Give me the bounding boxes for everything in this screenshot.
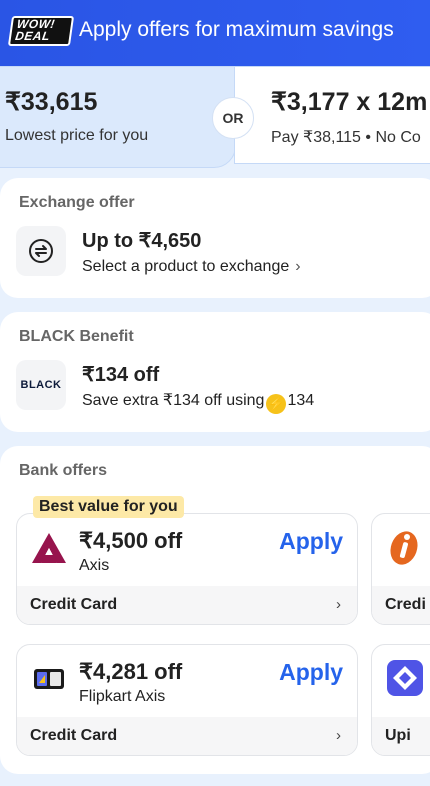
chevron-right-icon: › (336, 727, 341, 744)
chevron-right-icon: › (336, 596, 341, 613)
black-coins: 134 (287, 392, 315, 409)
black-subtext: Save extra ₹134 off using (82, 392, 265, 409)
flipkart-axis-card-icon (29, 659, 69, 699)
exchange-select-link[interactable]: Select a product to exchange › (82, 258, 301, 276)
black-logo-icon: BLACK (16, 360, 66, 410)
black-subtext-line: Save extra ₹134 off using ⚡ 134 (82, 390, 314, 414)
offer-footer[interactable]: Credit Card › (17, 717, 357, 755)
black-headline: ₹134 off (82, 364, 160, 386)
lowest-price-option[interactable]: ₹33,615 Lowest price for you (0, 66, 236, 168)
bank-offers-title: Bank offers (19, 462, 108, 479)
axis-bank-logo-icon (29, 528, 69, 568)
black-benefit-card[interactable]: BLACK Benefit BLACK ₹134 off Save extra … (0, 312, 430, 432)
price-options: ₹33,615 Lowest price for you ₹3,177 x 12… (0, 66, 430, 168)
or-separator: OR (212, 97, 254, 139)
lowest-price-caption: Lowest price for you (5, 127, 149, 144)
lowest-price-amount: ₹33,615 (5, 88, 98, 116)
bank-offer-upi-peek[interactable]: Upi (371, 644, 430, 756)
exchange-offer-card[interactable]: Exchange offer Up to ₹4,650 Select a pro… (0, 178, 430, 298)
emi-amount: ₹3,177 x 12m (271, 88, 428, 116)
upi-app-logo-icon (386, 659, 424, 702)
offer-footer[interactable]: Credit Card › (17, 586, 357, 624)
bank-offer-axis[interactable]: ₹4,500 off Axis Apply Credit Card › (16, 513, 358, 625)
offer-amount: ₹4,281 off (79, 659, 183, 684)
exchange-icon (16, 226, 66, 276)
best-value-tag: Best value for you (33, 496, 184, 518)
apply-button[interactable]: Apply (279, 659, 343, 686)
offer-bank-name: Flipkart Axis (79, 688, 166, 705)
offer-card-type: Credit Card (30, 596, 118, 613)
black-benefit-title: BLACK Benefit (19, 328, 134, 345)
bank-offer-icici-peek[interactable]: Credi (371, 513, 430, 625)
emi-price-option[interactable]: ₹3,177 x 12m Pay ₹38,115 • No Co (234, 66, 430, 164)
offers-header: WOW! DEAL Apply offers for maximum savin… (0, 0, 430, 66)
exchange-headline: Up to ₹4,650 (82, 230, 202, 252)
offer-footer: Credi (372, 586, 430, 624)
icici-bank-logo-icon (386, 528, 422, 573)
offer-bank-name: Axis (79, 557, 110, 574)
chevron-right-icon: › (295, 258, 301, 275)
emi-caption: Pay ₹38,115 • No Co (271, 129, 421, 146)
header-title: Apply offers for maximum savings (79, 18, 394, 41)
offer-card-type: Credi (385, 596, 426, 613)
apply-button[interactable]: Apply (279, 528, 343, 555)
offer-amount: ₹4,500 off (79, 528, 183, 553)
exchange-subtext: Select a product to exchange (82, 258, 290, 275)
offer-card-type: Credit Card (30, 727, 118, 744)
exchange-offer-title: Exchange offer (19, 194, 135, 211)
offer-footer: Upi (372, 717, 430, 755)
wow-deal-badge: WOW! DEAL (7, 16, 75, 46)
supercoin-icon: ⚡ (266, 394, 287, 414)
offer-card-type: Upi (385, 727, 411, 744)
black-logo-text: BLACK (20, 379, 62, 391)
wow-deal-badge-line2: DEAL (14, 29, 51, 43)
bank-offer-flipkart-axis[interactable]: ₹4,281 off Flipkart Axis Apply Credit Ca… (16, 644, 358, 756)
